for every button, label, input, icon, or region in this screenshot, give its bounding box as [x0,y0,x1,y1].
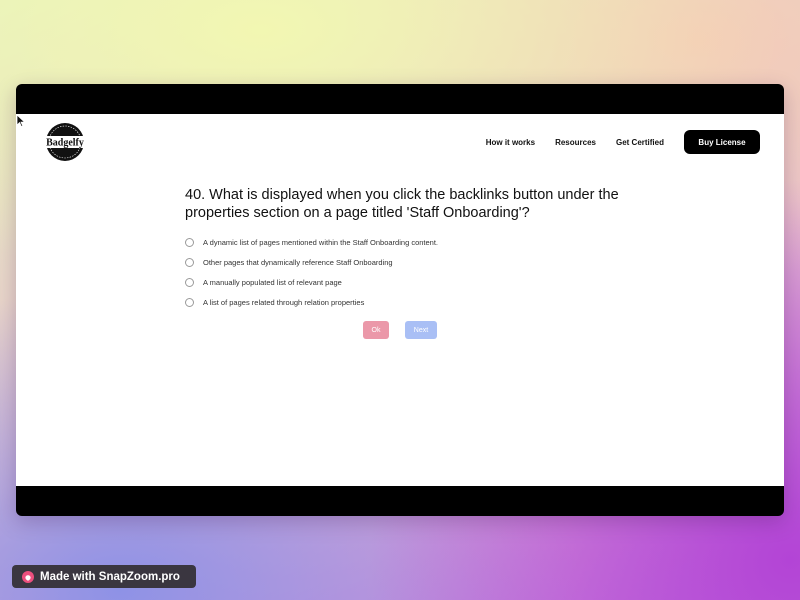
answer-option-label: A dynamic list of pages mentioned within… [203,237,439,247]
nav-resources[interactable]: Resources [555,138,596,147]
mouse-cursor-icon [16,114,26,128]
answer-option-label: A manually populated list of relevant pa… [203,277,342,287]
answer-option-3[interactable]: A manually populated list of relevant pa… [185,272,605,292]
radio-button[interactable] [185,297,194,307]
snapzoom-watermark: Made with SnapZoom.pro [12,565,196,588]
watermark-text: Made with SnapZoom.pro [40,570,180,583]
next-button[interactable]: Next [405,321,437,339]
buy-license-button[interactable]: Buy License [684,130,760,154]
radio-button[interactable] [185,277,194,287]
ok-button[interactable]: Ok [363,321,389,339]
radio-button[interactable] [185,257,194,267]
answer-option-1[interactable]: A dynamic list of pages mentioned within… [185,232,605,252]
logo-text: Badgelfy [46,138,84,149]
browser-window: Badgelfy How it works Resources Get Cert… [16,84,784,516]
answer-option-2[interactable]: Other pages that dynamically reference S… [185,252,605,272]
quiz-actions: Ok Next [363,321,437,339]
answer-option-label: A list of pages related through relation… [203,297,365,307]
nav-how-it-works[interactable]: How it works [486,138,535,147]
top-nav: How it works Resources Get Certified Buy… [466,130,760,154]
quiz-page: Badgelfy How it works Resources Get Cert… [16,114,784,486]
radio-button[interactable] [185,237,194,247]
answer-option-4[interactable]: A list of pages related through relation… [185,292,605,312]
question-text: 40. What is displayed when you click the… [185,187,619,221]
answer-option-label: Other pages that dynamically reference S… [203,257,393,267]
badgelfy-logo[interactable]: Badgelfy [40,122,90,162]
answer-options: A dynamic list of pages mentioned within… [185,232,605,312]
snapzoom-icon [22,570,34,583]
nav-get-certified[interactable]: Get Certified [616,138,664,147]
